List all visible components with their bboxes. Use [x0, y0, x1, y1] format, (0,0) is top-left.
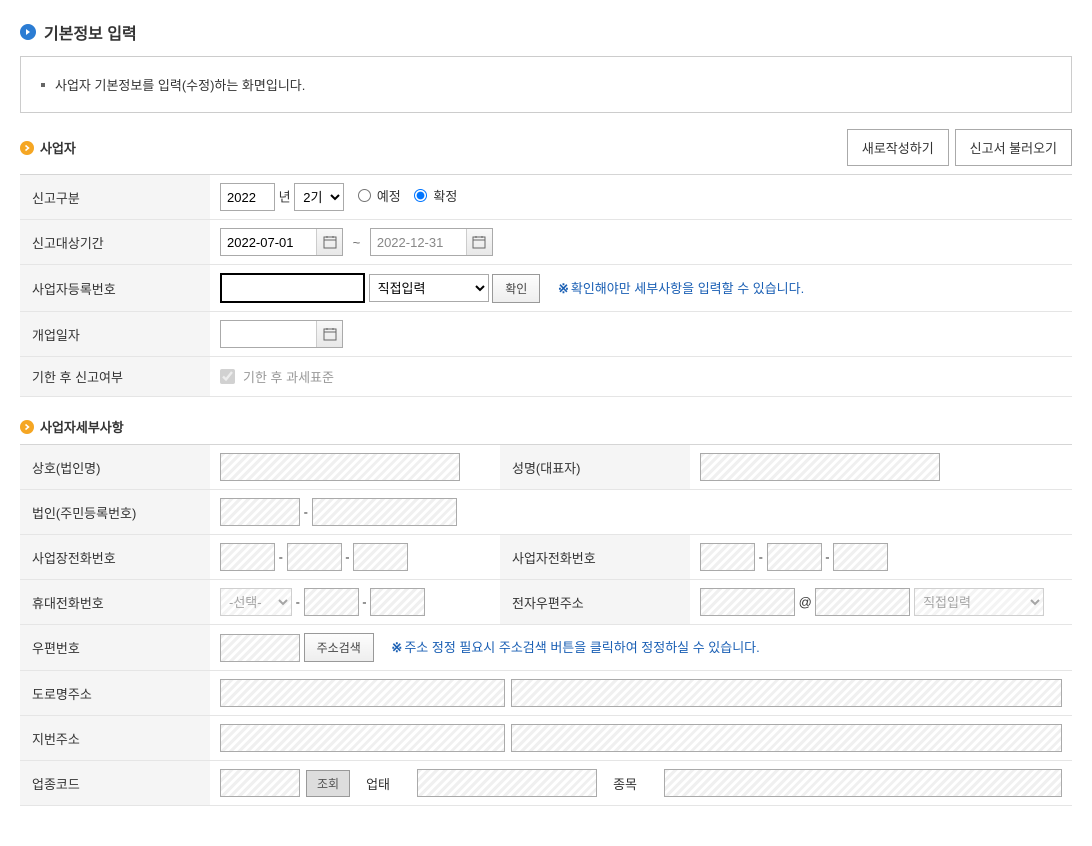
email-local [700, 588, 795, 616]
late-report-checkbox [220, 369, 235, 384]
label-late-report: 기한 후 신고여부 [20, 357, 210, 397]
label-road-addr: 도로명주소 [20, 671, 210, 716]
radio-confirmed-label: 확정 [433, 186, 457, 205]
label-biz-reg-no: 사업자등록번호 [20, 265, 210, 312]
label-open-date: 개업일자 [20, 312, 210, 357]
label-rep-name: 성명(대표자) [500, 445, 690, 490]
asterisk-icon: ※ [391, 640, 402, 655]
corp-reg-no-1 [220, 498, 300, 526]
biz-phone-2 [287, 543, 342, 571]
mobile-2 [304, 588, 359, 616]
open-date-input[interactable] [221, 321, 316, 347]
zip-input [220, 634, 300, 662]
road-addr-1 [220, 679, 505, 707]
label-jibun-addr: 지번주소 [20, 716, 210, 761]
detail-form: 상호(법인명) 성명(대표자) 법인(주민등록번호) - 사업장전화번호 - -… [20, 444, 1072, 806]
label-biz-kind: 업태 [356, 774, 411, 793]
zip-hint: ※주소 정정 필요시 주소검색 버튼을 클릭하여 정정하실 수 있습니다. [391, 640, 759, 655]
label-report-type: 신고구분 [20, 175, 210, 220]
owner-phone-3 [833, 543, 888, 571]
label-zip: 우편번호 [20, 625, 210, 671]
email-at: @ [799, 595, 812, 610]
date-separator: ~ [353, 235, 361, 250]
business-form: 신고구분 년 2기 예정 확정 신고대상기간 [20, 174, 1072, 397]
radio-scheduled-label: 예정 [377, 186, 401, 205]
period-select[interactable]: 2기 [294, 183, 344, 211]
year-suffix: 년 [279, 190, 291, 205]
year-input[interactable] [220, 183, 275, 211]
page-title: 기본정보 입력 [44, 20, 137, 44]
email-domain-select: 직접입력 [914, 588, 1044, 616]
mobile-prefix-select: -선택- [220, 588, 292, 616]
corp-reg-no-2 [312, 498, 457, 526]
biz-item-input [664, 769, 1062, 797]
chevron-circle-icon [20, 141, 34, 155]
input-method-select[interactable]: 직접입력 [369, 274, 489, 302]
label-owner-phone: 사업자전화번호 [500, 535, 690, 580]
new-button[interactable]: 새로작성하기 [847, 129, 949, 166]
rep-name-input [700, 453, 940, 481]
label-biz-item: 종목 [603, 774, 658, 793]
confirm-hint: ※확인해야만 세부사항을 입력할 수 있습니다. [558, 281, 804, 296]
detail-section-title: 사업자세부사항 [40, 417, 124, 436]
owner-phone-1 [700, 543, 755, 571]
calendar-icon[interactable] [316, 321, 342, 347]
mobile-3 [370, 588, 425, 616]
open-date-wrap [220, 320, 343, 348]
label-biz-phone: 사업장전화번호 [20, 535, 210, 580]
label-email: 전자우편주소 [500, 580, 690, 625]
business-header: 사업자 새로작성하기 신고서 불러오기 [20, 129, 1072, 166]
chevron-circle-icon [20, 420, 34, 434]
late-report-label: 기한 후 과세표준 [243, 367, 334, 386]
info-box: 사업자 기본정보를 입력(수정)하는 화면입니다. [20, 56, 1072, 113]
owner-phone-2 [767, 543, 822, 571]
dash-separator: - [304, 505, 308, 520]
email-domain [815, 588, 910, 616]
lookup-button[interactable]: 조회 [306, 770, 350, 797]
biz-kind-input [417, 769, 597, 797]
zip-search-button[interactable]: 주소검색 [304, 633, 374, 662]
radio-confirmed[interactable] [414, 189, 427, 202]
corp-name-input [220, 453, 460, 481]
date-to-wrap [370, 228, 493, 256]
load-report-button[interactable]: 신고서 불러오기 [955, 129, 1072, 166]
arrow-circle-icon [20, 24, 36, 40]
date-from-input[interactable] [221, 229, 316, 255]
calendar-icon[interactable] [316, 229, 342, 255]
info-text: 사업자 기본정보를 입력(수정)하는 화면입니다. [55, 75, 305, 94]
confirm-button[interactable]: 확인 [492, 274, 540, 303]
label-report-period: 신고대상기간 [20, 220, 210, 265]
biz-phone-3 [353, 543, 408, 571]
business-section-title: 사업자 [40, 138, 76, 157]
asterisk-icon: ※ [558, 281, 569, 296]
biz-phone-1 [220, 543, 275, 571]
biz-reg-no-input[interactable] [220, 273, 365, 303]
jibun-addr-2 [511, 724, 1062, 752]
page-title-row: 기본정보 입력 [20, 20, 1072, 44]
label-biz-code: 업종코드 [20, 761, 210, 806]
label-corp-reg-no: 법인(주민등록번호) [20, 490, 210, 535]
date-from-wrap [220, 228, 343, 256]
radio-scheduled[interactable] [358, 189, 371, 202]
bullet-icon [41, 83, 45, 87]
jibun-addr-1 [220, 724, 505, 752]
label-corp-name: 상호(법인명) [20, 445, 210, 490]
biz-code-input [220, 769, 300, 797]
calendar-icon[interactable] [466, 229, 492, 255]
label-mobile: 휴대전화번호 [20, 580, 210, 625]
date-to-input [371, 229, 466, 255]
road-addr-2 [511, 679, 1062, 707]
